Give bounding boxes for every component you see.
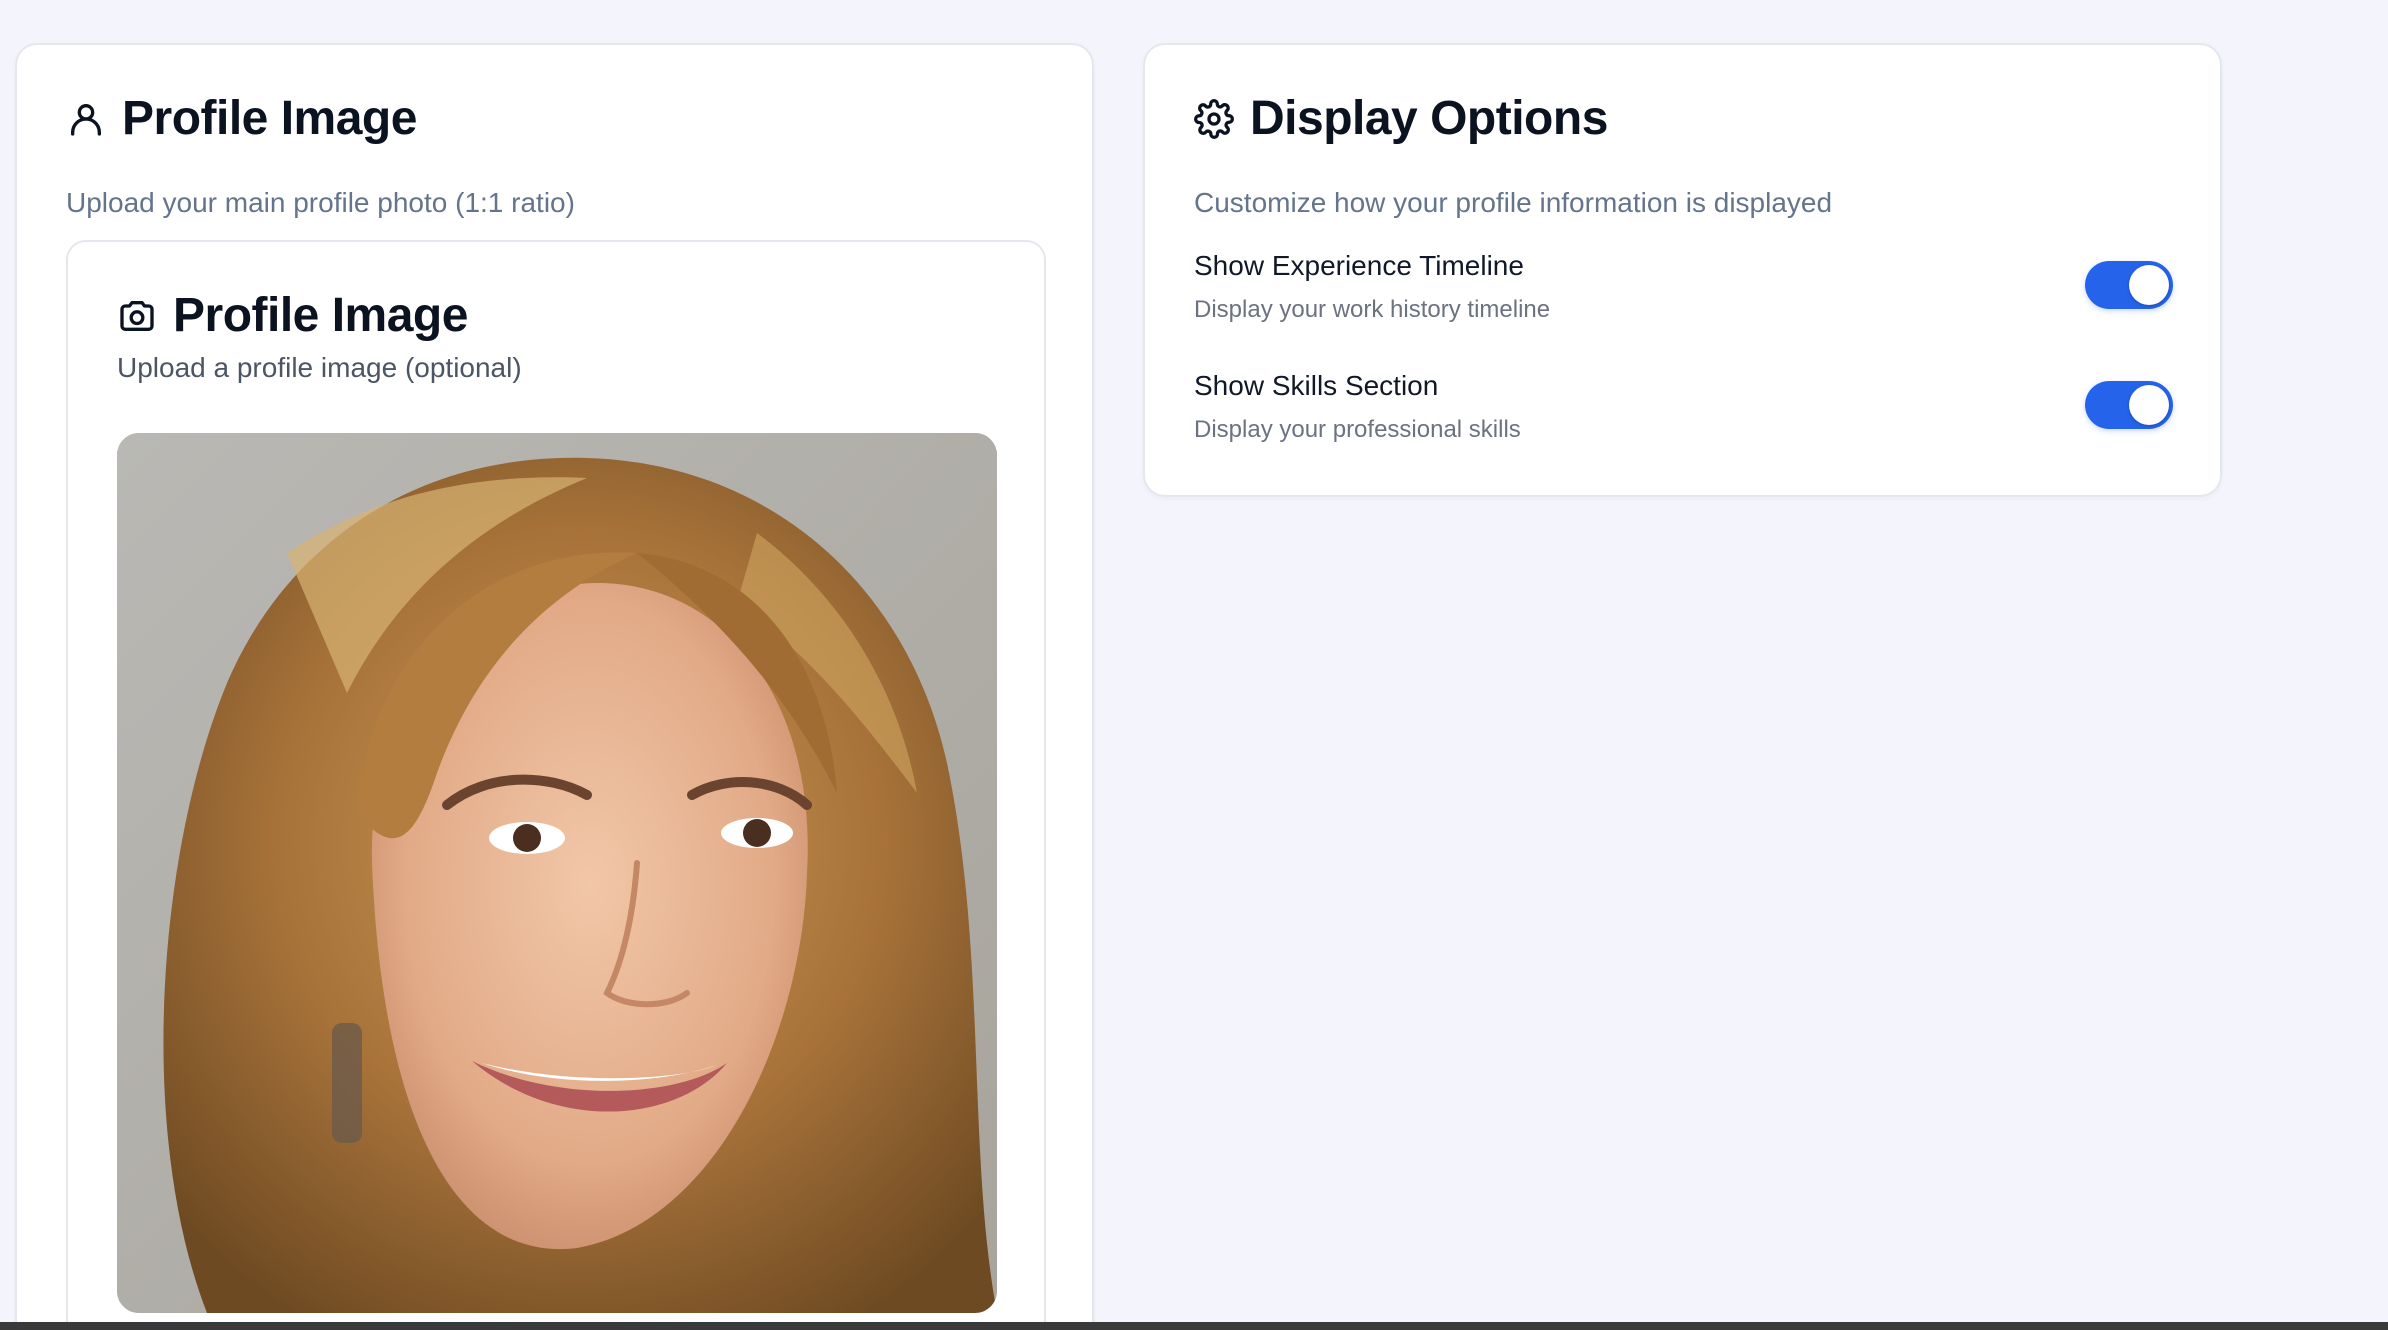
bottom-overlay-strip	[0, 1322, 2388, 1330]
page: Profile Image Upload your main profile p…	[0, 0, 2388, 1330]
uploader-title: Profile Image	[173, 289, 468, 342]
profile-card-title: Profile Image	[122, 92, 417, 145]
experience-timeline-toggle[interactable]	[2085, 261, 2173, 309]
skills-section-toggle[interactable]	[2085, 381, 2173, 429]
display-card-subtitle: Customize how your profile information i…	[1194, 187, 1833, 218]
option-experience-timeline-label: Show Experience Timeline	[1194, 250, 1524, 281]
display-options-card: Display Options Customize how your profi…	[1143, 43, 2222, 497]
option-skills-section-label: Show Skills Section	[1194, 370, 1439, 401]
profile-image-card: Profile Image Upload your main profile p…	[15, 43, 1094, 1330]
profile-image-uploader[interactable]: Profile Image Upload a profile image (op…	[66, 240, 1046, 1330]
profile-card-header: Profile Image	[66, 95, 417, 143]
uploader-header: Profile Image	[117, 292, 468, 340]
display-card-header: Display Options	[1194, 95, 1608, 143]
profile-photo-image	[117, 433, 997, 1313]
gear-icon	[1194, 99, 1234, 139]
option-experience-timeline-description: Display your work history timeline	[1194, 296, 1551, 323]
display-card-title: Display Options	[1250, 92, 1608, 145]
user-icon	[66, 99, 106, 139]
option-skills-section-description: Display your professional skills	[1194, 416, 1521, 443]
toggle-knob	[2129, 385, 2169, 425]
camera-icon	[117, 296, 157, 336]
profile-photo[interactable]	[117, 433, 997, 1313]
profile-card-subtitle: Upload your main profile photo (1:1 rati…	[66, 187, 575, 218]
toggle-knob	[2129, 265, 2169, 305]
uploader-subtitle: Upload a profile image (optional)	[117, 352, 522, 383]
